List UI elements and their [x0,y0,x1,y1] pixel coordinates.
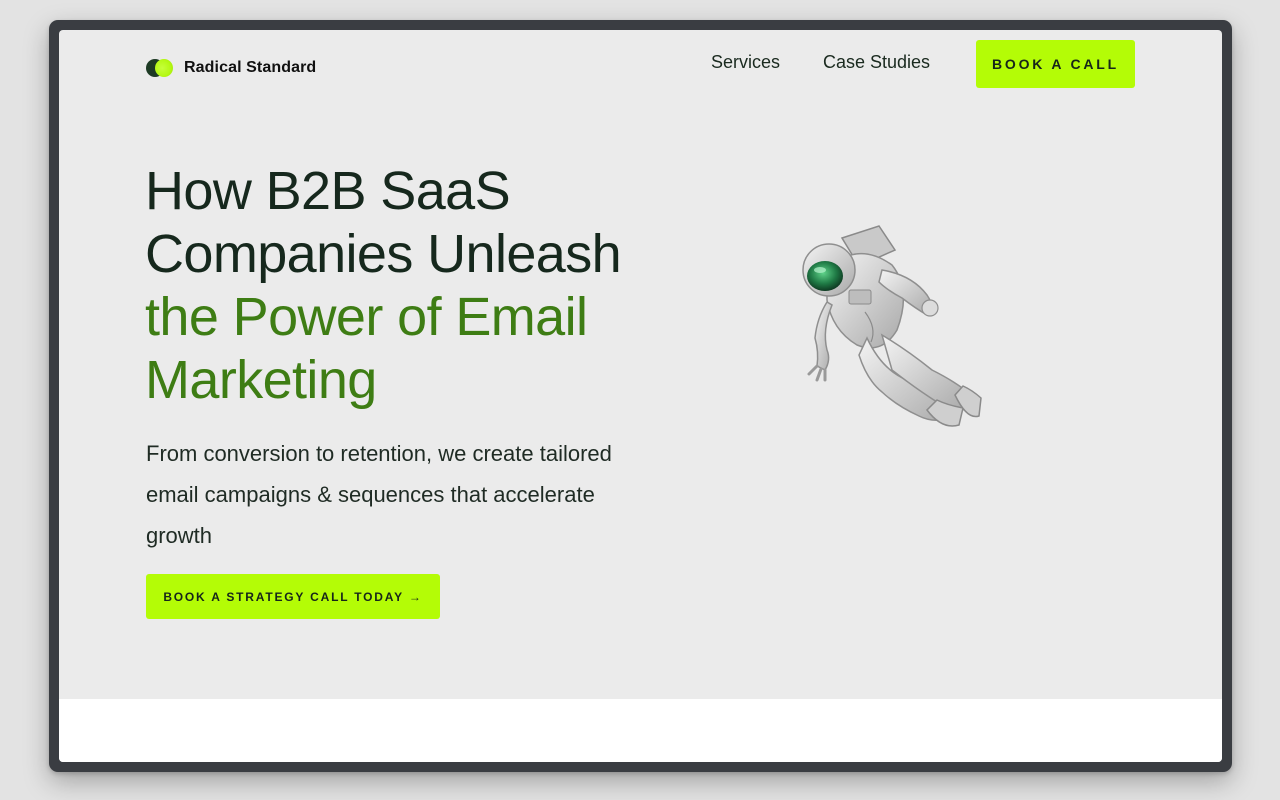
headline-line-2: Companies Unleash [145,224,622,284]
headline-line-1: How B2B SaaS [145,161,511,221]
astronaut-illustration [802,225,982,427]
nav-link-case-studies[interactable]: Case Studies [823,52,930,73]
logo-mark-icon [146,58,174,78]
logo[interactable]: Radical Standard [146,58,316,78]
nav-link-services[interactable]: Services [711,52,780,73]
book-strategy-call-button[interactable]: BOOK A STRATEGY CALL TODAY → [146,574,440,619]
headline-line-3: the Power of Email [145,287,588,347]
hero-subtext: From conversion to retention, we create … [146,441,612,548]
device-frame: Radical Standard Services Case Studies B… [49,20,1232,772]
browser-screen: Radical Standard Services Case Studies B… [59,30,1222,762]
brand-name: Radical Standard [184,59,317,76]
headline-line-4: Marketing [145,350,377,410]
white-section-band [59,699,1222,762]
book-a-call-button[interactable]: BOOK A CALL [976,40,1135,88]
hero-headline: How B2B SaaS Companies Unleash the Power… [145,160,705,412]
